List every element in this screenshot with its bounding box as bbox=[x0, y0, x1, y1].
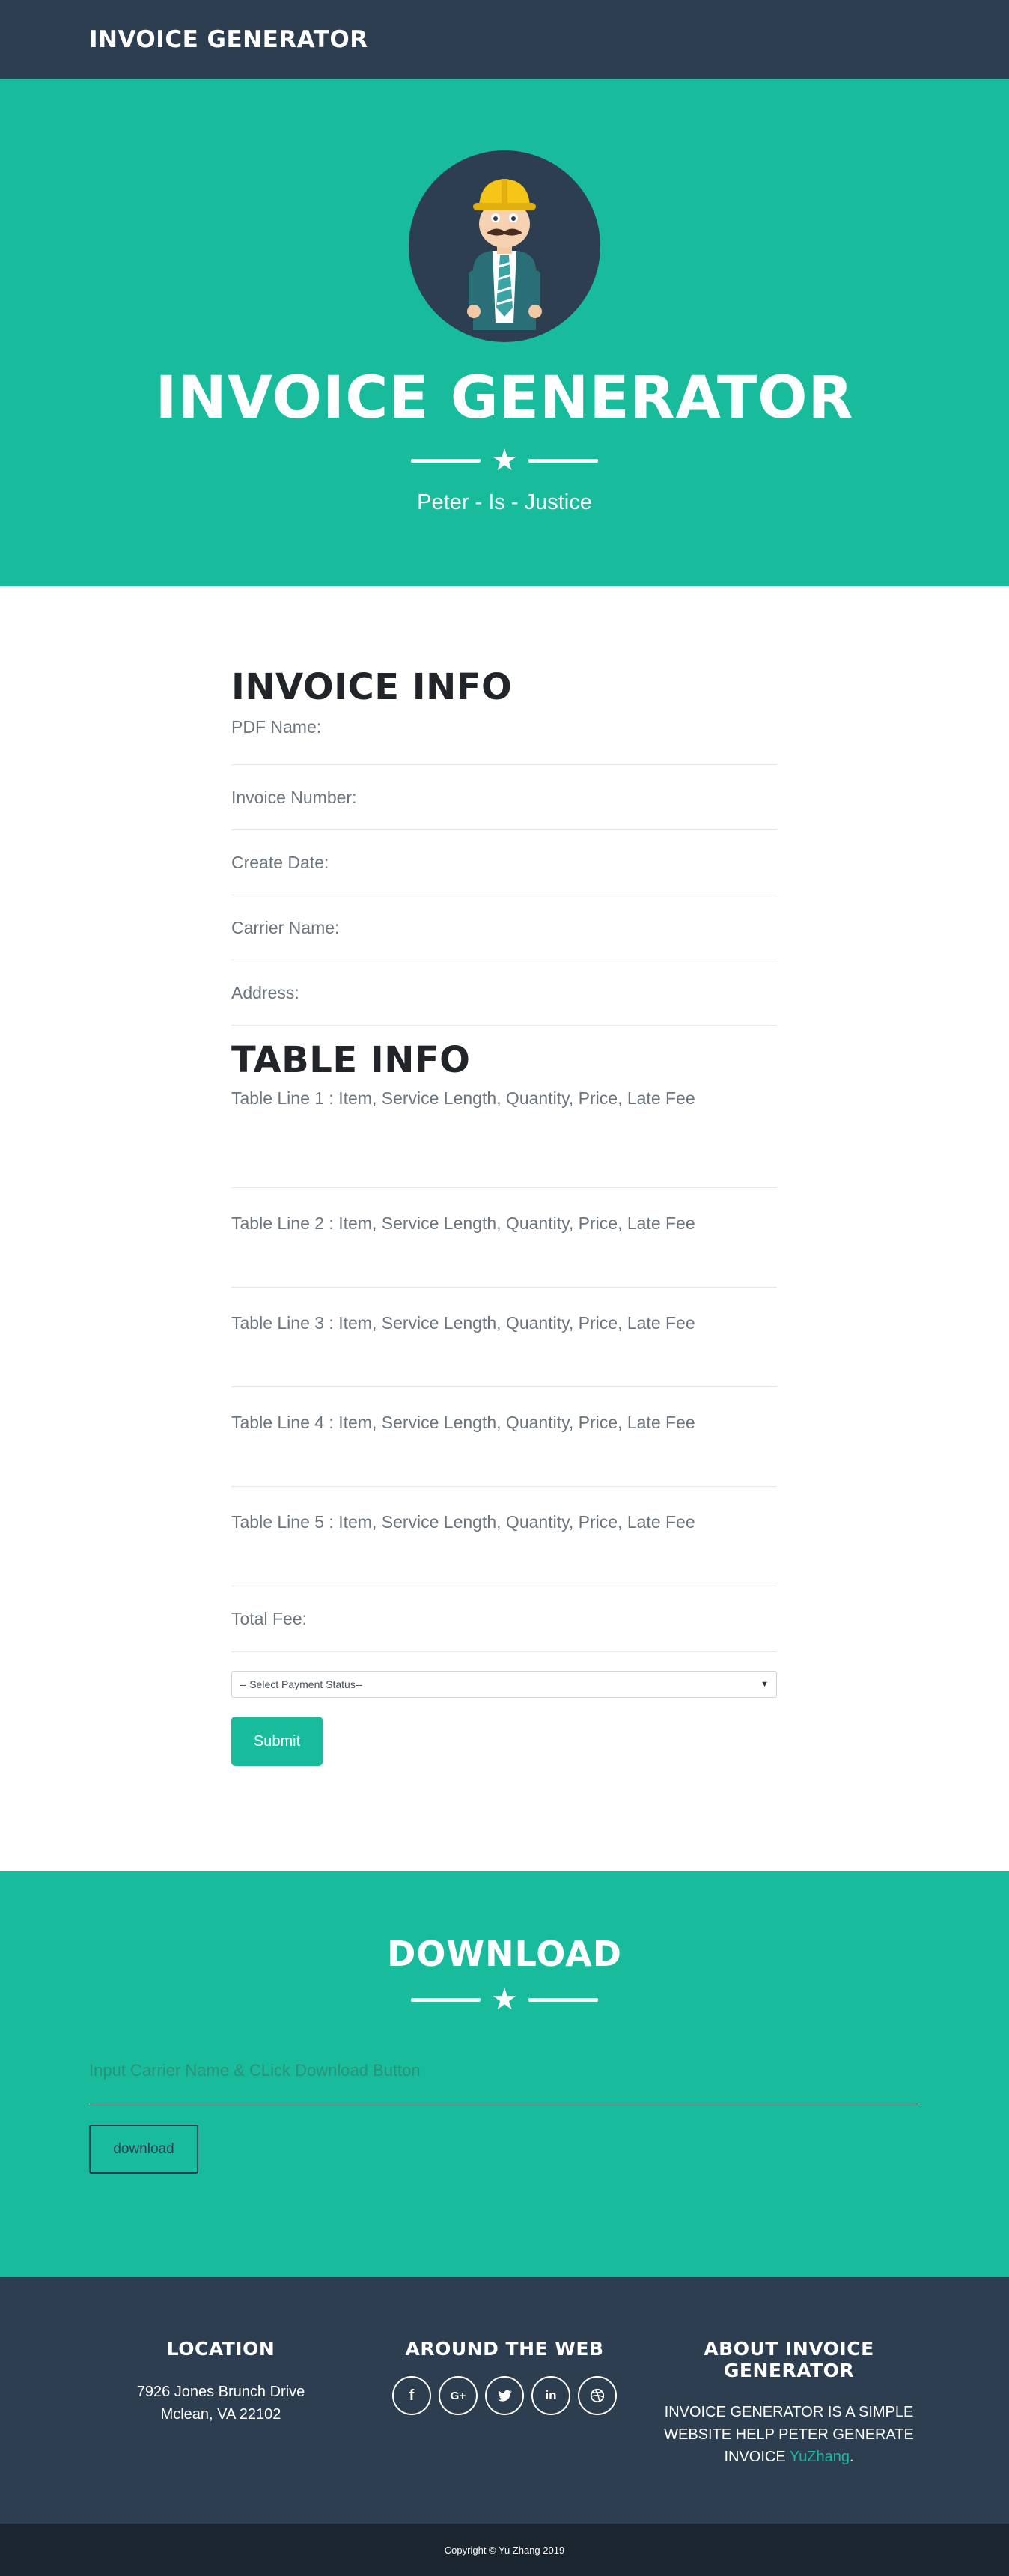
pdf-name-field[interactable]: PDF Name: bbox=[231, 717, 777, 765]
divider-line bbox=[528, 458, 598, 463]
field-placeholder: Carrier Name: bbox=[231, 918, 340, 937]
divider-line bbox=[528, 1997, 598, 2002]
caret-down-icon: ▼ bbox=[760, 1680, 769, 1689]
invoice-form-section: INVOICE INFO PDF Name: Invoice Number: C… bbox=[0, 586, 1009, 1871]
field-placeholder: PDF Name: bbox=[231, 717, 322, 737]
star-icon: ★ bbox=[491, 443, 518, 478]
footer-socials: AROUND THE WEB f G+ in bbox=[382, 2338, 627, 2415]
social-links: f G+ in bbox=[382, 2376, 627, 2415]
google-plus-icon[interactable]: G+ bbox=[439, 2376, 478, 2415]
input-placeholder: Input Carrier Name & CLick Download Butt… bbox=[89, 2061, 421, 2080]
download-title: DOWNLOAD bbox=[387, 1934, 622, 1974]
star-divider: ★ bbox=[411, 445, 598, 475]
select-value: -- Select Payment Status-- bbox=[240, 1678, 363, 1690]
field-placeholder: Total Fee: bbox=[231, 1609, 307, 1628]
carrier-name-field[interactable]: Carrier Name: bbox=[231, 895, 777, 960]
divider-line bbox=[411, 458, 481, 463]
table-line-5-textarea[interactable]: Table Line 5 : Item, Service Length, Qua… bbox=[231, 1487, 777, 1586]
field-placeholder: Table Line 3 : Item, Service Length, Qua… bbox=[231, 1313, 695, 1333]
footer-location: LOCATION 7926 Jones Brunch Drive Mclean, … bbox=[101, 2338, 341, 2426]
field-placeholder: Table Line 5 : Item, Service Length, Qua… bbox=[231, 1512, 695, 1532]
worker-avatar-icon bbox=[467, 179, 542, 330]
carrier-name-download-input[interactable]: Input Carrier Name & CLick Download Butt… bbox=[89, 2056, 920, 2104]
download-button[interactable]: download bbox=[89, 2125, 198, 2174]
invoice-form: INVOICE INFO PDF Name: Invoice Number: C… bbox=[231, 669, 777, 1766]
star-icon: ★ bbox=[491, 1982, 518, 2017]
invoice-number-field[interactable]: Invoice Number: bbox=[231, 765, 777, 830]
address-line-2: Mclean, VA 22102 bbox=[160, 2406, 281, 2423]
field-placeholder: Table Line 1 : Item, Service Length, Qua… bbox=[231, 1088, 695, 1108]
submit-button[interactable]: Submit bbox=[231, 1717, 323, 1766]
location-heading: LOCATION bbox=[166, 2338, 275, 2360]
table-info-heading: TABLE INFO bbox=[231, 1039, 471, 1081]
about-heading: ABOUT INVOICE GENERATOR bbox=[704, 2338, 874, 2381]
table-line-2-textarea[interactable]: Table Line 2 : Item, Service Length, Qua… bbox=[231, 1188, 777, 1288]
table-line-1-textarea[interactable]: Table Line 1 : Item, Service Length, Qua… bbox=[231, 1088, 777, 1188]
linkedin-icon[interactable]: in bbox=[531, 2376, 570, 2415]
avatar bbox=[409, 150, 600, 342]
address-line-1: 7926 Jones Brunch Drive bbox=[136, 2384, 305, 2400]
total-fee-field[interactable]: Total Fee: bbox=[231, 1586, 777, 1652]
star-divider: ★ bbox=[0, 1985, 1009, 2015]
brand-link[interactable]: INVOICE GENERATOR bbox=[89, 26, 368, 53]
hero-subtitle: Peter - Is - Justice bbox=[417, 490, 592, 514]
payment-status-select[interactable]: -- Select Payment Status-- ▼ bbox=[231, 1671, 777, 1698]
copyright-bar: Copyright © Yu Zhang 2019 bbox=[0, 2524, 1009, 2576]
hero-title: INVOICE GENERATOR bbox=[155, 365, 854, 432]
footer: LOCATION 7926 Jones Brunch Drive Mclean, … bbox=[0, 2277, 1009, 2524]
address-field[interactable]: Address: bbox=[231, 960, 777, 1026]
copyright-text: Copyright © Yu Zhang 2019 bbox=[444, 2544, 565, 2556]
facebook-icon[interactable]: f bbox=[392, 2376, 431, 2415]
invoice-info-heading: INVOICE INFO bbox=[231, 666, 513, 708]
create-date-field[interactable]: Create Date: bbox=[231, 830, 777, 895]
dribbble-icon[interactable] bbox=[578, 2376, 617, 2415]
field-placeholder: Address: bbox=[231, 983, 299, 1002]
download-section: DOWNLOAD ★ Input Carrier Name & CLick Do… bbox=[0, 1871, 1009, 2277]
field-placeholder: Table Line 2 : Item, Service Length, Qua… bbox=[231, 1214, 695, 1233]
field-placeholder: Create Date: bbox=[231, 853, 329, 872]
field-placeholder: Invoice Number: bbox=[231, 788, 357, 807]
about-end: . bbox=[849, 2449, 854, 2465]
field-placeholder: Table Line 4 : Item, Service Length, Qua… bbox=[231, 1413, 695, 1432]
table-line-3-textarea[interactable]: Table Line 3 : Item, Service Length, Qua… bbox=[231, 1288, 777, 1387]
hero-section: INVOICE GENERATOR ★ Peter - Is - Justice bbox=[0, 79, 1009, 586]
twitter-icon[interactable] bbox=[485, 2376, 524, 2415]
around-the-web-heading: AROUND THE WEB bbox=[405, 2338, 604, 2360]
table-line-4-textarea[interactable]: Table Line 4 : Item, Service Length, Qua… bbox=[231, 1387, 777, 1487]
footer-about: ABOUT INVOICE GENERATOR INVOICE GENERATO… bbox=[656, 2338, 922, 2468]
divider-line bbox=[411, 1997, 481, 2002]
author-link[interactable]: YuZhang bbox=[790, 2449, 850, 2465]
navbar: INVOICE GENERATOR bbox=[0, 0, 1009, 79]
